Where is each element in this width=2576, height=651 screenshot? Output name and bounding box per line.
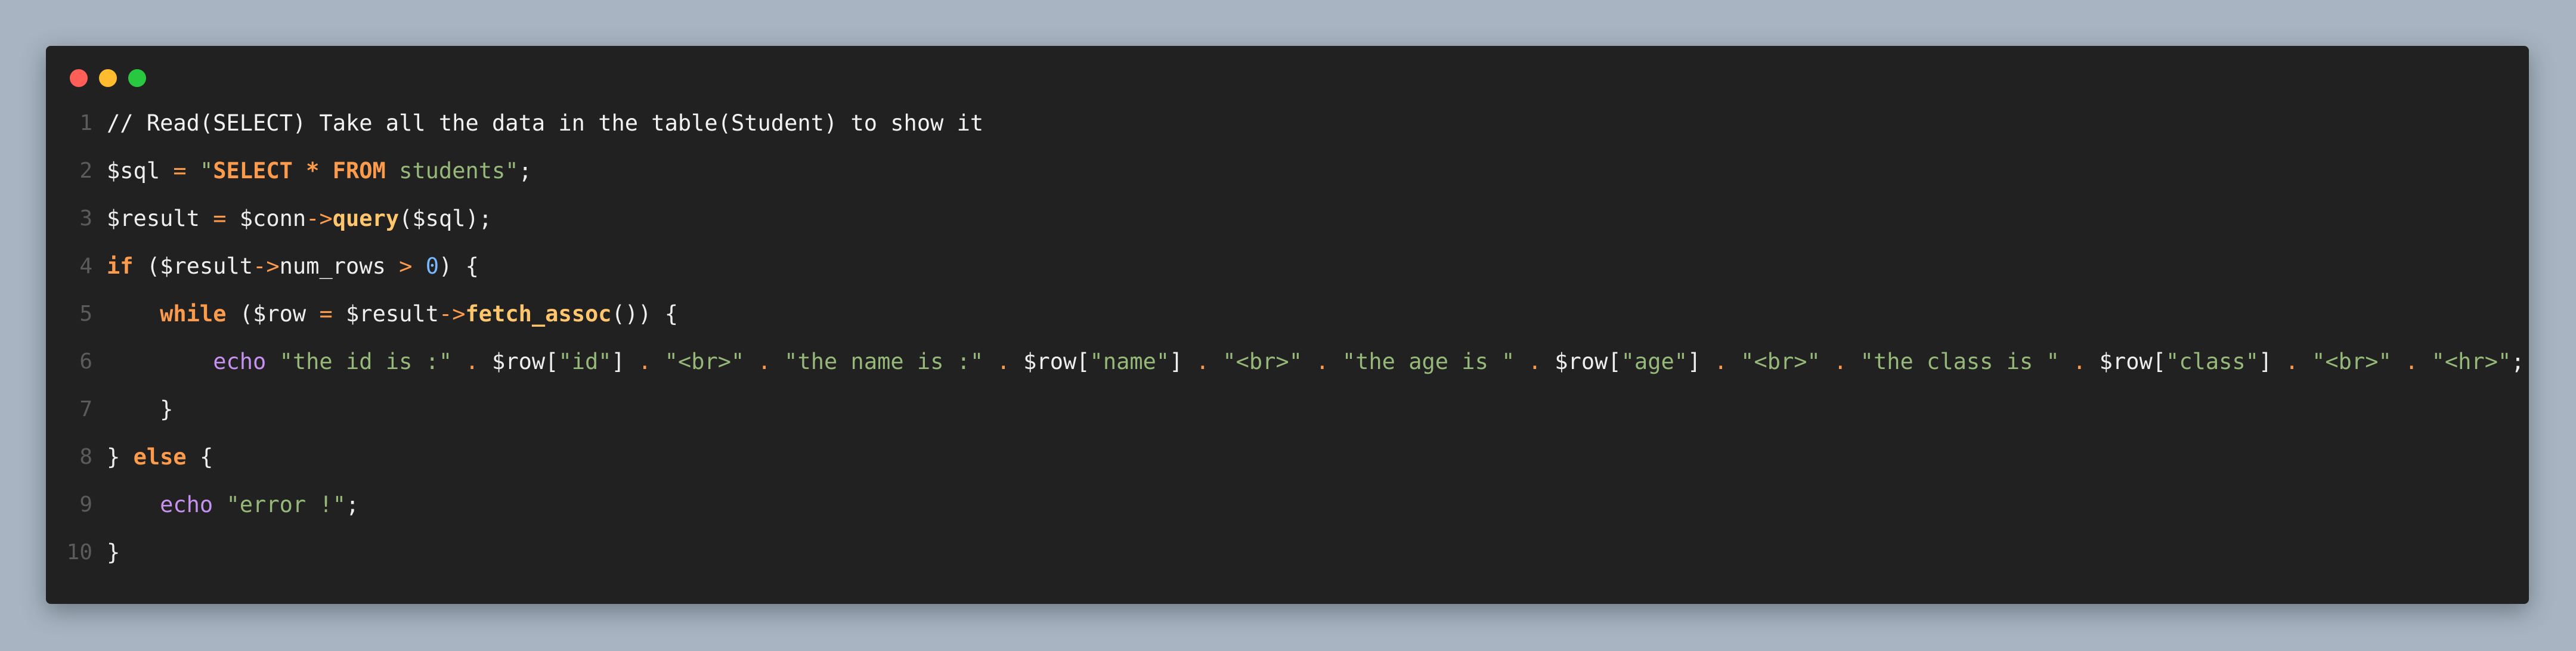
- code-text: echo "error !";: [160, 492, 360, 517]
- line-number: 4: [79, 254, 92, 278]
- code-text: } else {: [107, 444, 213, 470]
- line-number: 3: [79, 206, 92, 231]
- code-block: 1 // Read(SELECT) Take all the data in th…: [46, 100, 2529, 576]
- code-line: 1 // Read(SELECT) Take all the data in th…: [46, 100, 2529, 147]
- line-number: 10: [66, 540, 92, 565]
- code-text: echo "the id is :" . $row["id"] . "<br>"…: [213, 349, 2525, 374]
- zoom-window-dot[interactable]: [128, 69, 146, 87]
- line-number: 8: [79, 445, 92, 469]
- code-text: }: [107, 540, 120, 565]
- code-line: 5 while ($row = $result->fetch_assoc()) …: [46, 290, 2529, 338]
- code-text: }: [160, 396, 174, 422]
- code-text: // Read(SELECT) Take all the data in the…: [107, 110, 984, 136]
- code-text: $result = $conn->query($sql);: [107, 206, 493, 231]
- code-line: 4 if ($result->num_rows > 0) {: [46, 243, 2529, 290]
- code-text: if ($result->num_rows > 0) {: [107, 253, 479, 279]
- code-line: 6 echo "the id is :" . $row["id"] . "<br…: [46, 338, 2529, 386]
- line-number: 5: [79, 302, 92, 326]
- code-line: 3 $result = $conn->query($sql);: [46, 195, 2529, 243]
- line-number: 1: [79, 111, 92, 135]
- code-window: 1 // Read(SELECT) Take all the data in th…: [46, 46, 2529, 604]
- code-line: 2 $sql = "SELECT * FROM students";: [46, 147, 2529, 195]
- line-number: 9: [79, 492, 92, 517]
- code-line: 9 echo "error !";: [46, 481, 2529, 529]
- code-line: 8 } else {: [46, 433, 2529, 481]
- code-line: 7 }: [46, 386, 2529, 433]
- line-number: 6: [79, 349, 92, 374]
- code-line: 10}: [46, 529, 2529, 576]
- close-window-dot[interactable]: [70, 69, 88, 87]
- code-text: $sql = "SELECT * FROM students";: [107, 158, 532, 184]
- minimize-window-dot[interactable]: [99, 69, 117, 87]
- line-number: 7: [79, 397, 92, 421]
- line-number: 2: [79, 159, 92, 183]
- code-text: while ($row = $result->fetch_assoc()) {: [160, 301, 678, 327]
